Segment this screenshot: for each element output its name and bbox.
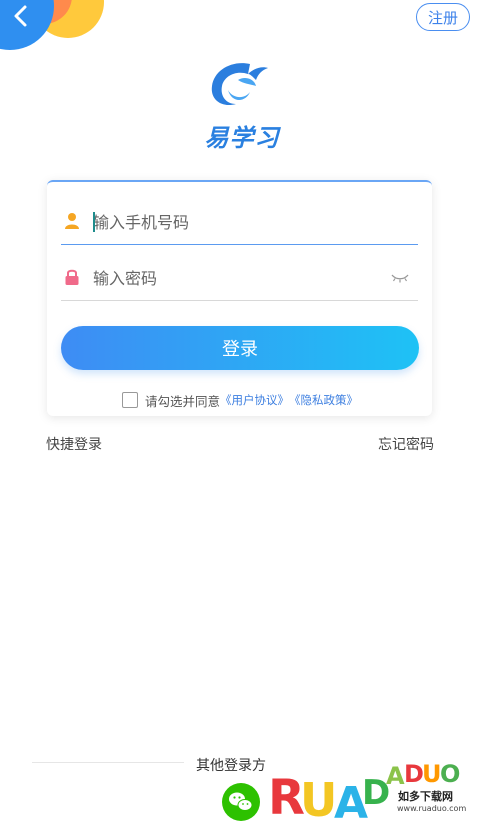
brand-name: 易学习 — [204, 124, 280, 152]
svg-text:A: A — [386, 762, 405, 790]
watermark-url: www.ruaduo.com — [397, 804, 467, 813]
login-button[interactable]: 登录 — [61, 326, 419, 370]
user-icon — [65, 213, 79, 229]
forgot-password-link[interactable]: 忘记密码 — [378, 434, 434, 454]
agreement-text: 请勾选并同意 — [145, 393, 221, 409]
text-cursor — [93, 212, 95, 232]
divider — [32, 762, 184, 763]
svg-text:U: U — [422, 760, 442, 788]
watermark-subtitle: 如多下载网 — [398, 790, 453, 803]
agreement-checkbox[interactable] — [122, 392, 138, 408]
agreement-row: 请勾选并同意 《用户协议》 《隐私政策》 — [122, 389, 358, 411]
back-arrow-icon[interactable] — [6, 2, 36, 30]
phone-input[interactable] — [93, 208, 383, 236]
eye-closed-icon[interactable] — [390, 271, 410, 285]
other-login-title: 其他登录方 — [196, 758, 266, 774]
privacy-policy-link[interactable]: 《隐私政策》 — [289, 392, 358, 408]
wechat-login-icon[interactable] — [222, 783, 260, 821]
password-input[interactable] — [93, 264, 383, 292]
svg-text:U: U — [300, 773, 337, 827]
lock-icon — [65, 269, 79, 285]
svg-text:O: O — [440, 760, 460, 788]
quick-login-link[interactable]: 快捷登录 — [46, 434, 102, 454]
user-agreement-link[interactable]: 《用户协议》 — [220, 392, 289, 408]
register-button[interactable]: 注册 — [416, 3, 470, 31]
phone-field — [61, 202, 418, 245]
svg-text:D: D — [404, 760, 424, 788]
login-card: 登录 请勾选并同意 《用户协议》 《隐私政策》 — [47, 180, 432, 416]
password-field — [61, 258, 418, 301]
